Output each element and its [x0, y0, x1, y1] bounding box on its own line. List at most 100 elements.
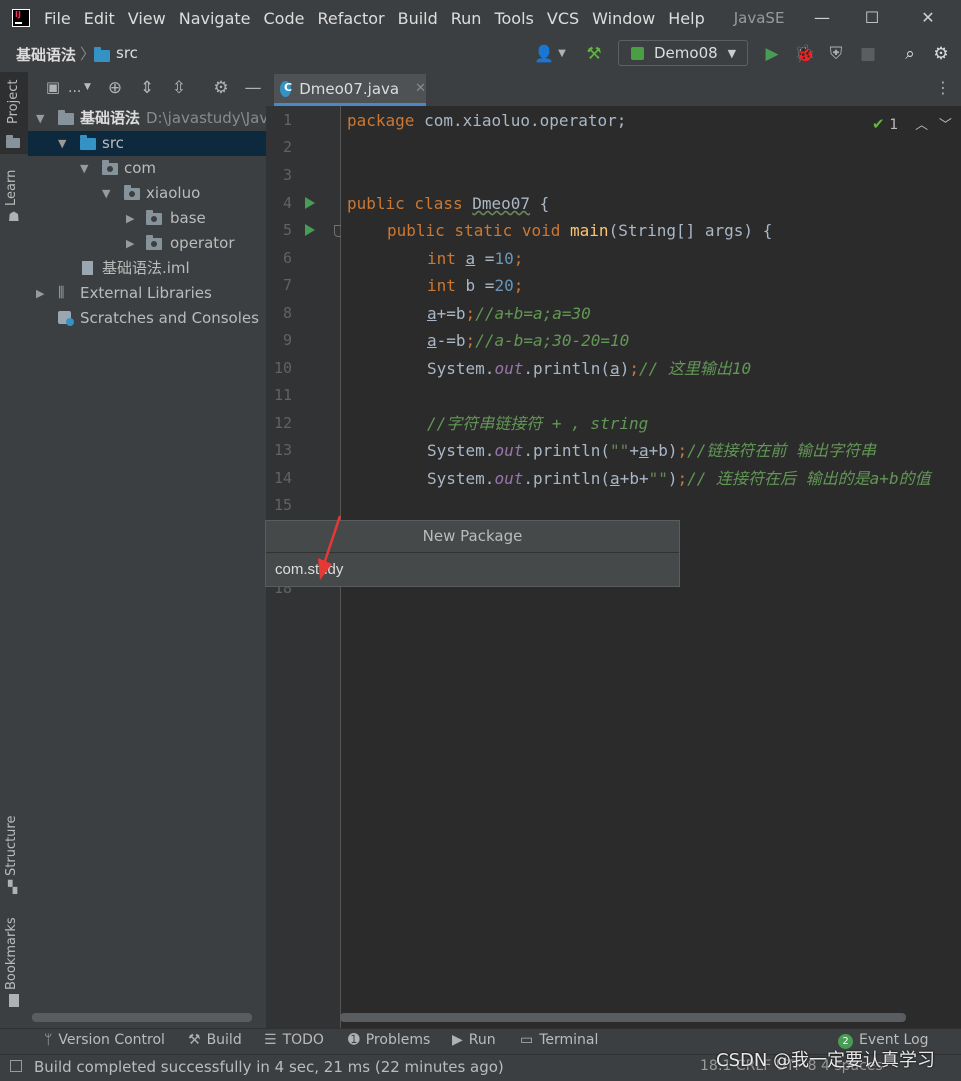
breadcrumb-project[interactable]: 基础语法	[16, 44, 76, 65]
tab-project[interactable]: Project	[0, 72, 28, 154]
menu-window[interactable]: Window	[592, 9, 655, 28]
code-line-13: System.out.println(""+a+b);//链接符在前 输出字符串	[427, 441, 877, 460]
tree-item-operator[interactable]: ▶ operator	[28, 231, 266, 256]
more-vertical-icon[interactable]: ⋮	[935, 78, 951, 97]
stop-icon[interactable]: ■	[858, 44, 878, 64]
toggle-tool-windows-icon[interactable]	[10, 1060, 22, 1072]
run-gutter-icon[interactable]	[305, 197, 315, 209]
chevron-down-icon[interactable]: ▼	[84, 82, 91, 92]
chevron-down-icon[interactable]: ▼	[80, 156, 88, 181]
line-number: 1	[282, 111, 292, 129]
maximize-icon[interactable]: ☐	[862, 8, 882, 28]
tree-item-label: 基础语法.iml	[102, 259, 190, 277]
breadcrumb-src[interactable]: src	[116, 44, 138, 62]
tree-item-src[interactable]: ▼ src	[28, 131, 266, 156]
tree-item-scratches[interactable]: Scratches and Consoles	[28, 306, 266, 331]
chevron-down-icon[interactable]: ▼	[36, 106, 44, 131]
tree-item-label: operator	[170, 234, 235, 252]
tab-learn[interactable]: Learn	[4, 170, 19, 206]
tree-item-external-libraries[interactable]: ▶ ⫼ External Libraries	[28, 281, 266, 306]
chevron-right-icon[interactable]: ▶	[36, 281, 44, 306]
menu-tools[interactable]: Tools	[494, 9, 533, 28]
collapse-all-icon[interactable]: ⇳	[168, 78, 190, 98]
menu-view[interactable]: View	[128, 9, 166, 28]
chevron-right-icon[interactable]: ▶	[126, 231, 134, 256]
tree-item-label: com	[124, 159, 157, 177]
tool-run[interactable]: ▶ Run	[452, 1032, 496, 1048]
tool-problems[interactable]: ➊ Problems	[348, 1032, 430, 1048]
tree-item-com[interactable]: ▼ com	[28, 156, 266, 181]
menu-code[interactable]: Code	[264, 9, 305, 28]
run-configuration-label: Demo08	[654, 44, 718, 62]
gear-icon[interactable]: ⚙	[210, 78, 232, 98]
build-hammer-icon[interactable]: ⚒	[584, 44, 604, 64]
menu-vcs[interactable]: VCS	[547, 9, 579, 28]
line-number: 5	[282, 221, 292, 239]
menu-file[interactable]: File	[44, 9, 71, 28]
expand-all-icon[interactable]: ⇕	[136, 78, 158, 98]
menu-refactor[interactable]: Refactor	[317, 9, 384, 28]
iml-file-icon	[82, 261, 93, 275]
coverage-icon[interactable]: ⛨	[826, 44, 846, 64]
tool-terminal[interactable]: ▭ Terminal	[520, 1032, 598, 1048]
hide-panel-icon[interactable]: —	[242, 78, 264, 98]
search-icon[interactable]: ⌕	[900, 44, 920, 64]
chevron-down-icon[interactable]: ▼	[102, 181, 110, 206]
line-number: 12	[273, 414, 292, 432]
gear-icon[interactable]: ⚙	[931, 44, 951, 64]
tree-item-path: D:\javastudy\Java	[146, 109, 266, 127]
menu-edit[interactable]: Edit	[84, 9, 115, 28]
tab-bookmarks[interactable]: Bookmarks	[4, 917, 19, 990]
menu-navigate[interactable]: Navigate	[179, 9, 251, 28]
tree-item-project-root[interactable]: ▼ 基础语法 D:\javastudy\Java	[28, 106, 266, 131]
close-icon[interactable]: ✕	[918, 8, 938, 28]
project-horizontal-scrollbar[interactable]	[32, 1013, 252, 1022]
package-icon	[124, 185, 140, 200]
run-gutter-icon[interactable]	[305, 224, 315, 236]
chevron-down-icon[interactable]: ▼	[58, 131, 66, 156]
tree-item-iml[interactable]: 基础语法.iml	[28, 256, 266, 281]
module-folder-icon	[58, 110, 74, 125]
debug-icon[interactable]: 🐞	[794, 44, 815, 64]
status-message: Build completed successfully in 4 sec, 2…	[34, 1058, 504, 1076]
run-icon[interactable]: ▶	[762, 44, 782, 64]
user-icon[interactable]: 👤	[534, 44, 554, 64]
close-icon[interactable]: ✕	[415, 81, 426, 96]
tree-item-label: base	[170, 209, 206, 227]
tab-structure[interactable]: Structure	[4, 816, 19, 876]
tree-item-xiaoluo[interactable]: ▼ xiaoluo	[28, 181, 266, 206]
chevron-down-icon[interactable]: ▼	[552, 44, 572, 64]
line-number: 15	[273, 496, 292, 514]
editor-tab-bar: Dmeo07.java ✕ ⋮	[266, 72, 961, 107]
tree-item-base[interactable]: ▶ base	[28, 206, 266, 231]
chevron-up-icon[interactable]: ︿	[915, 118, 928, 133]
hammer-icon: ⚒	[188, 1032, 201, 1048]
tool-build[interactable]: ⚒ Build	[188, 1032, 242, 1048]
list-icon: ☰	[264, 1032, 277, 1048]
locate-icon[interactable]: ⊕	[104, 78, 126, 98]
minimize-icon[interactable]: —	[812, 8, 832, 28]
run-configuration-select[interactable]: Demo08 ▼	[618, 40, 748, 66]
line-number: 13	[273, 441, 292, 459]
bookmark-icon	[9, 994, 19, 1007]
editor-tab-dmeo07[interactable]: Dmeo07.java ✕	[274, 74, 426, 106]
scratches-clock-icon	[66, 318, 74, 326]
code-line-10: System.out.println(a);// 这里输出10	[427, 359, 752, 378]
code-line-9: a-=b;//a-b=a;30-20=10	[427, 331, 630, 350]
tool-todo[interactable]: ☰ TODO	[264, 1032, 324, 1048]
editor-horizontal-scrollbar[interactable]	[340, 1013, 906, 1022]
run-icon: ▶	[452, 1032, 463, 1048]
learn-icon: ☗	[8, 210, 20, 225]
menu-help[interactable]: Help	[668, 9, 704, 28]
code-line-5: public static void main(String[] args) {	[387, 221, 773, 240]
watermark: CSDN @我一定要认真学习	[716, 1050, 936, 1071]
project-view-label[interactable]: ...	[68, 80, 81, 96]
inspection-widget[interactable]: ✔ 1 ︿ ﹀	[872, 114, 952, 133]
project-view-icon[interactable]: ▣	[42, 78, 64, 96]
menu-build[interactable]: Build	[398, 9, 438, 28]
menu-run[interactable]: Run	[451, 9, 482, 28]
chevron-right-icon[interactable]: ▶	[126, 206, 134, 231]
tool-version-control[interactable]: ᛘ Version Control	[44, 1032, 165, 1048]
menu-bar: File Edit View Navigate Code Refactor Bu…	[0, 0, 961, 36]
chevron-down-icon[interactable]: ﹀	[939, 118, 952, 133]
